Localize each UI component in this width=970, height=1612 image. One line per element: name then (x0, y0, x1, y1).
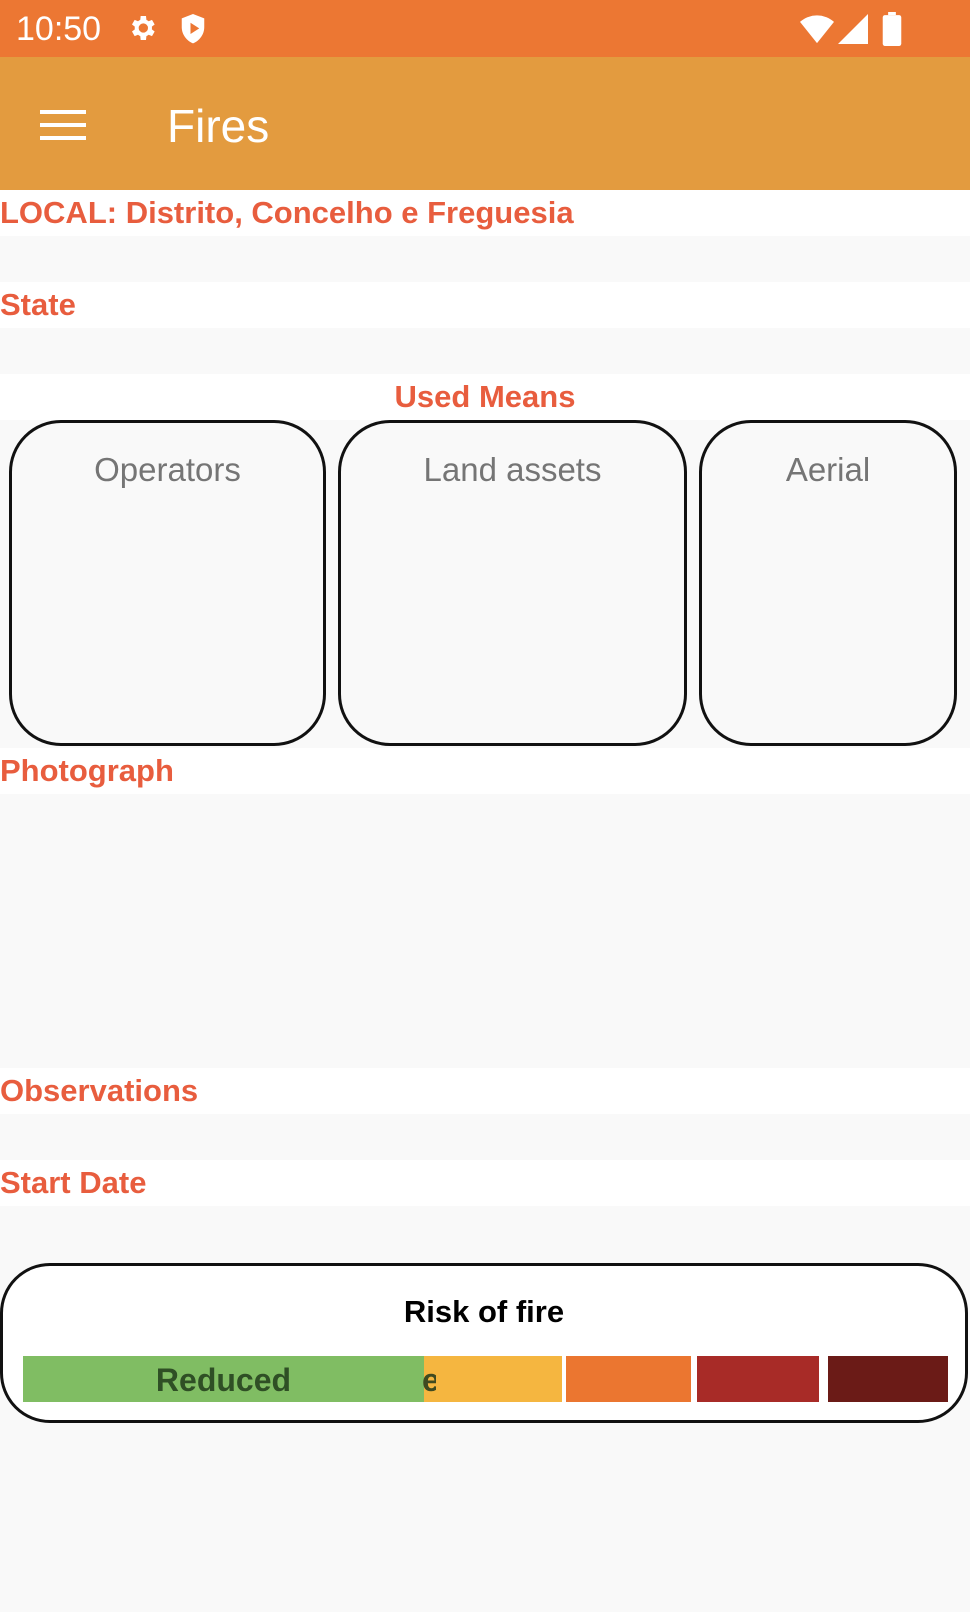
start-date-value[interactable] (0, 1206, 970, 1252)
risk-hidden-label-fragment: e (422, 1362, 436, 1398)
observations-value[interactable] (0, 1114, 970, 1160)
local-label: LOCAL: Distrito, Concelho e Freguesia (0, 190, 970, 236)
hamburger-menu-icon[interactable] (40, 107, 86, 143)
operators-box[interactable]: Operators (9, 420, 326, 746)
start-date-label: Start Date (0, 1160, 970, 1206)
status-time: 10:50 (16, 10, 102, 48)
shield-play-icon (178, 12, 208, 51)
photograph-label: Photograph (0, 748, 970, 794)
photograph-area[interactable] (0, 794, 970, 1068)
land-assets-label: Land assets (423, 451, 602, 488)
observations-label: Observations (0, 1068, 970, 1114)
page-title: Fires (167, 100, 270, 152)
risk-level-high[interactable] (566, 1356, 691, 1402)
risk-card: Risk of fire Reduced e (0, 1263, 968, 1423)
risk-level-moderate[interactable] (424, 1356, 562, 1402)
aerial-label: Aerial (785, 451, 871, 488)
state-label: State (0, 282, 970, 328)
operators-label: Operators (94, 451, 241, 488)
app-bar: Fires (0, 57, 970, 190)
local-value (0, 236, 970, 282)
wifi-icon (800, 14, 834, 49)
status-bar: 10:50 (0, 0, 970, 57)
risk-level-very-high[interactable] (697, 1356, 819, 1402)
battery-icon (882, 12, 902, 51)
aerial-box[interactable]: Aerial (699, 420, 957, 746)
gear-icon (126, 12, 158, 49)
risk-title: Risk of fire (403, 1294, 565, 1329)
land-assets-box[interactable]: Land assets (338, 420, 687, 746)
risk-level-maximum[interactable] (828, 1356, 948, 1402)
state-value (0, 328, 970, 374)
cellular-signal-icon (838, 14, 868, 49)
used-means-label: Used Means (0, 374, 970, 420)
risk-selected-label: Reduced (155, 1362, 292, 1398)
